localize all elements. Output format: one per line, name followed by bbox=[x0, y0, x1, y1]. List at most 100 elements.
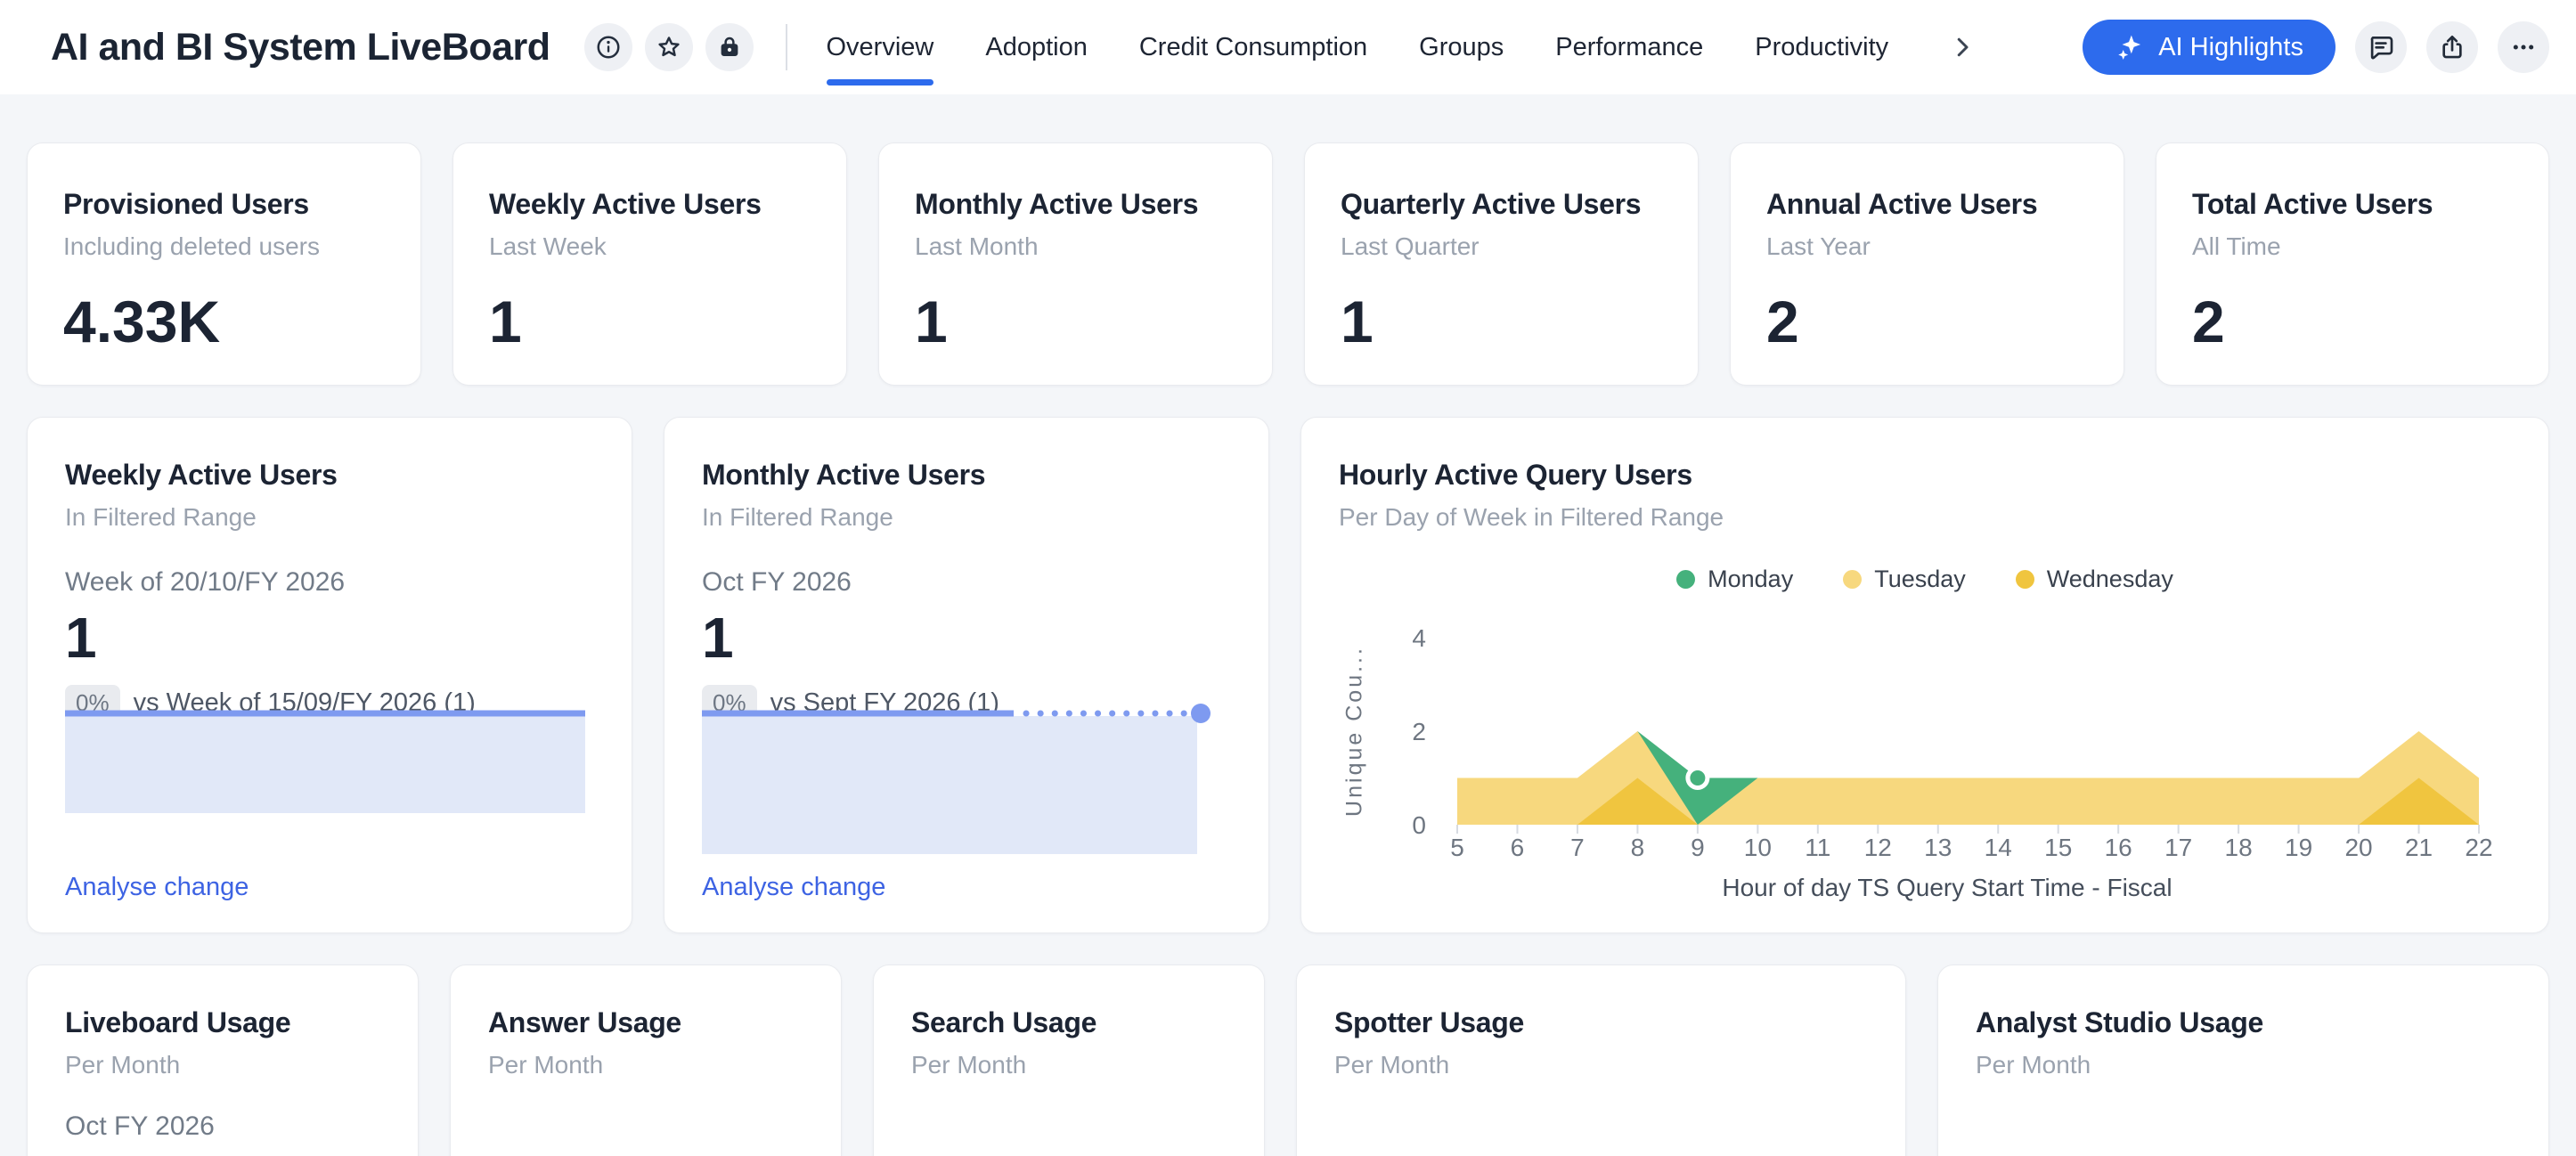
header-divider bbox=[786, 24, 787, 70]
svg-text:5: 5 bbox=[1450, 834, 1464, 861]
more-icon[interactable] bbox=[2498, 21, 2549, 73]
tab-productivity[interactable]: Productivity bbox=[1755, 0, 1888, 94]
svg-text:6: 6 bbox=[1511, 834, 1525, 861]
kpi-title: Provisioned Users bbox=[63, 188, 385, 221]
legend-item-wednesday[interactable]: Wednesday bbox=[2016, 566, 2173, 593]
x-axis-title: Hour of day TS Query Start Time - Fiscal bbox=[1355, 874, 2539, 902]
kpi-subtitle: Last Quarter bbox=[1341, 232, 1662, 261]
svg-text:15: 15 bbox=[2044, 834, 2072, 861]
card-subtitle: Per Month bbox=[1976, 1051, 2511, 1079]
card-subtitle: Per Day of Week in Filtered Range bbox=[1339, 503, 2511, 532]
tab-bar: Overview Adoption Credit Consumption Gro… bbox=[827, 0, 1977, 94]
card-subtitle: Per Month bbox=[911, 1051, 1227, 1079]
svg-text:16: 16 bbox=[2105, 834, 2132, 861]
legend-label: Wednesday bbox=[2047, 566, 2173, 593]
liveboard-usage-card: Liveboard Usage Per Month Oct FY 2026 5 bbox=[27, 965, 419, 1156]
monthly-sparkline-chart[interactable] bbox=[702, 704, 1220, 854]
card-subtitle: In Filtered Range bbox=[65, 503, 594, 532]
chart-legend: Monday Tuesday Wednesday bbox=[1339, 566, 2511, 593]
analyse-change-link[interactable]: Analyse change bbox=[65, 873, 249, 902]
card-title: Liveboard Usage bbox=[65, 1006, 380, 1039]
card-title: Search Usage bbox=[911, 1006, 1227, 1039]
hourly-area-chart[interactable]: 5678910111213141516171819202122024 bbox=[1355, 623, 2539, 899]
search-usage-card: Search Usage Per Month bbox=[873, 965, 1265, 1156]
svg-text:18: 18 bbox=[2225, 834, 2253, 861]
kpi-card-monthly-active-users: Monthly Active Users Last Month 1 bbox=[878, 142, 1273, 386]
kpi-value: 4.33K bbox=[63, 288, 385, 355]
kpi-value: 2 bbox=[1766, 288, 2088, 355]
kpi-title: Weekly Active Users bbox=[489, 188, 811, 221]
monthly-active-users-card: Monthly Active Users In Filtered Range O… bbox=[664, 417, 1269, 933]
tab-overview[interactable]: Overview bbox=[827, 0, 934, 94]
legend-dot bbox=[1676, 570, 1695, 589]
title-icons bbox=[584, 23, 754, 71]
tab-adoption[interactable]: Adoption bbox=[985, 0, 1088, 94]
weekly-sparkline-chart[interactable] bbox=[65, 704, 583, 813]
liveboard-page: AI and BI System LiveBoard Overview Adop… bbox=[0, 0, 2576, 1156]
tab-performance[interactable]: Performance bbox=[1555, 0, 1703, 94]
kpi-subtitle: Including deleted users bbox=[63, 232, 385, 261]
svg-text:9: 9 bbox=[1691, 834, 1705, 861]
legend-dot bbox=[1843, 570, 1862, 589]
ai-highlights-label: AI Highlights bbox=[2158, 33, 2303, 62]
kpi-card-annual-active-users: Annual Active Users Last Year 2 bbox=[1730, 142, 2124, 386]
svg-text:17: 17 bbox=[2164, 834, 2192, 861]
card-subtitle: Per Month bbox=[488, 1051, 803, 1079]
kpi-subtitle: Last Month bbox=[915, 232, 1236, 261]
card-subtitle: Per Month bbox=[1334, 1051, 1868, 1079]
kpi-value: 1 bbox=[65, 605, 594, 671]
kpi-card-provisioned-users: Provisioned Users Including deleted user… bbox=[27, 142, 421, 386]
kpi-card-quarterly-active-users: Quarterly Active Users Last Quarter 1 bbox=[1304, 142, 1699, 386]
card-title: Weekly Active Users bbox=[65, 459, 594, 492]
svg-text:22: 22 bbox=[2465, 834, 2492, 861]
star-icon[interactable] bbox=[645, 23, 693, 71]
card-title: Answer Usage bbox=[488, 1006, 803, 1039]
tab-groups[interactable]: Groups bbox=[1419, 0, 1504, 94]
card-subtitle: In Filtered Range bbox=[702, 503, 1231, 532]
card-title: Spotter Usage bbox=[1334, 1006, 1868, 1039]
svg-text:13: 13 bbox=[1924, 834, 1952, 861]
weekly-active-users-card: Weekly Active Users In Filtered Range We… bbox=[27, 417, 632, 933]
analyse-change-link[interactable]: Analyse change bbox=[702, 873, 885, 902]
ai-highlights-button[interactable]: AI Highlights bbox=[2083, 20, 2336, 75]
svg-text:19: 19 bbox=[2285, 834, 2312, 861]
header: AI and BI System LiveBoard Overview Adop… bbox=[0, 0, 2576, 94]
kpi-title: Quarterly Active Users bbox=[1341, 188, 1662, 221]
legend-dot bbox=[2016, 570, 2034, 589]
spotter-usage-card: Spotter Usage Per Month bbox=[1296, 965, 1906, 1156]
svg-text:7: 7 bbox=[1570, 834, 1585, 861]
svg-text:14: 14 bbox=[1985, 834, 2012, 861]
card-title: Analyst Studio Usage bbox=[1976, 1006, 2511, 1039]
svg-text:8: 8 bbox=[1631, 834, 1645, 861]
analyst-studio-usage-card: Analyst Studio Usage Per Month bbox=[1937, 965, 2549, 1156]
kpi-value: 2 bbox=[2192, 288, 2513, 355]
kpi-value: 1 bbox=[489, 288, 811, 355]
comment-icon[interactable] bbox=[2355, 21, 2407, 73]
svg-text:2: 2 bbox=[1412, 718, 1426, 745]
card-subtitle: Per Month bbox=[65, 1051, 380, 1079]
legend-label: Tuesday bbox=[1874, 566, 1966, 593]
hourly-active-query-users-card: Hourly Active Query Users Per Day of Wee… bbox=[1300, 417, 2549, 933]
legend-label: Monday bbox=[1708, 566, 1793, 593]
kpi-card-total-active-users: Total Active Users All Time 2 bbox=[2156, 142, 2549, 386]
svg-text:20: 20 bbox=[2344, 834, 2372, 861]
svg-text:0: 0 bbox=[1412, 811, 1426, 839]
svg-text:12: 12 bbox=[1864, 834, 1892, 861]
share-icon[interactable] bbox=[2426, 21, 2478, 73]
tab-credit-consumption[interactable]: Credit Consumption bbox=[1139, 0, 1367, 94]
lock-icon[interactable] bbox=[705, 23, 754, 71]
svg-text:11: 11 bbox=[1805, 834, 1830, 861]
kpi-value: 1 bbox=[1341, 288, 1662, 355]
kpi-value: 5 bbox=[65, 1145, 380, 1156]
kpi-title: Annual Active Users bbox=[1766, 188, 2088, 221]
legend-item-tuesday[interactable]: Tuesday bbox=[1843, 566, 1966, 593]
svg-text:21: 21 bbox=[2405, 834, 2433, 861]
legend-item-monday[interactable]: Monday bbox=[1676, 566, 1793, 593]
kpi-value: 1 bbox=[702, 605, 1231, 671]
svg-text:4: 4 bbox=[1412, 624, 1426, 652]
kpi-title: Total Active Users bbox=[2192, 188, 2513, 221]
chevron-right-icon[interactable] bbox=[1949, 0, 1976, 94]
info-icon[interactable] bbox=[584, 23, 632, 71]
answer-usage-card: Answer Usage Per Month bbox=[450, 965, 842, 1156]
sparkle-icon bbox=[2115, 32, 2145, 62]
